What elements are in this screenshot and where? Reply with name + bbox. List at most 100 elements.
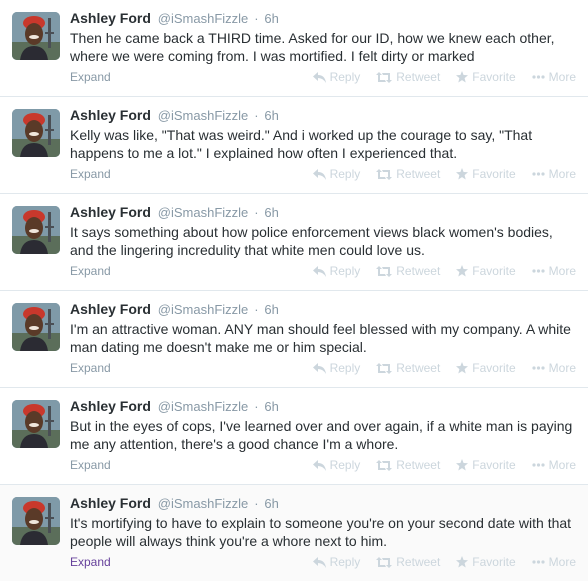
favorite-label: Favorite: [472, 458, 516, 472]
timestamp[interactable]: 6h: [264, 108, 278, 123]
tweet-text: Then he came back a THIRD time. Asked fo…: [70, 30, 555, 64]
tweet[interactable]: Ashley Ford @iSmashFizzle · 6h But in th…: [0, 388, 588, 485]
more-button[interactable]: More: [532, 167, 576, 181]
tweet-timeline: Ashley Ford @iSmashFizzle · 6h Then he c…: [0, 0, 588, 581]
fullname[interactable]: Ashley Ford: [70, 495, 151, 511]
fullname[interactable]: Ashley Ford: [70, 204, 151, 220]
avatar[interactable]: [12, 303, 60, 351]
expand-link[interactable]: Expand: [70, 361, 111, 375]
avatar[interactable]: [12, 12, 60, 60]
avatar[interactable]: [12, 109, 60, 157]
reply-label: Reply: [329, 264, 361, 278]
timestamp[interactable]: 6h: [264, 11, 278, 26]
avatar-image: [12, 206, 60, 254]
timestamp[interactable]: 6h: [264, 399, 278, 414]
retweet-button[interactable]: Retweet: [376, 458, 440, 472]
more-button[interactable]: More: [532, 555, 576, 569]
tweet[interactable]: Ashley Ford @iSmashFizzle · 6h Then he c…: [0, 0, 588, 97]
retweet-button[interactable]: Retweet: [376, 167, 440, 181]
reply-button[interactable]: Reply: [312, 361, 360, 375]
avatar-image: [12, 12, 60, 60]
username[interactable]: @iSmashFizzle: [158, 496, 249, 511]
avatar-image: [12, 109, 60, 157]
expand-link[interactable]: Expand: [70, 264, 111, 278]
fullname[interactable]: Ashley Ford: [70, 301, 151, 317]
tweet-actions: Reply Retweet Favorite More: [297, 167, 576, 181]
tweet-actions: Reply Retweet Favorite More: [297, 70, 576, 84]
reply-button[interactable]: Reply: [312, 70, 361, 84]
separator-dot: ·: [254, 108, 259, 123]
more-label: More: [548, 555, 576, 569]
tweet-header: Ashley Ford @iSmashFizzle · 6h: [70, 203, 279, 222]
username[interactable]: @iSmashFizzle: [158, 302, 249, 317]
tweet-text: Kelly was like, "That was weird." And i …: [70, 127, 533, 161]
avatar-image: [12, 303, 60, 351]
retweet-button[interactable]: Retweet: [376, 264, 440, 278]
tweet-actions: Reply Retweet Favorite More: [297, 361, 576, 375]
more-button[interactable]: More: [532, 70, 576, 84]
fullname[interactable]: Ashley Ford: [70, 398, 151, 414]
more-icon: [532, 269, 545, 273]
favorite-button[interactable]: Favorite: [456, 167, 516, 181]
more-button[interactable]: More: [532, 361, 576, 375]
avatar[interactable]: [12, 206, 60, 254]
reply-button[interactable]: Reply: [312, 264, 361, 278]
timestamp[interactable]: 6h: [264, 205, 278, 220]
timestamp[interactable]: 6h: [264, 302, 278, 317]
more-button[interactable]: More: [532, 264, 576, 278]
expand-link[interactable]: Expand: [70, 458, 111, 472]
tweet-text: But in the eyes of cops, I've learned ov…: [70, 418, 573, 452]
more-label: More: [548, 458, 576, 472]
retweet-icon: [376, 362, 393, 374]
username[interactable]: @iSmashFizzle: [158, 399, 249, 414]
expand-link[interactable]: Expand: [70, 167, 111, 181]
tweet[interactable]: Ashley Ford @iSmashFizzle · 6h It's mort…: [0, 485, 588, 581]
more-label: More: [548, 361, 576, 375]
more-icon: [532, 366, 545, 370]
favorite-button[interactable]: Favorite: [456, 361, 516, 375]
favorite-label: Favorite: [472, 361, 516, 375]
reply-button[interactable]: Reply: [312, 167, 360, 181]
tweet-header: Ashley Ford @iSmashFizzle · 6h: [70, 9, 279, 28]
tweet-header: Ashley Ford @iSmashFizzle · 6h: [70, 106, 279, 125]
retweet-button[interactable]: Retweet: [376, 555, 440, 569]
tweet[interactable]: Ashley Ford @iSmashFizzle · 6h I'm an at…: [0, 291, 588, 388]
username[interactable]: @iSmashFizzle: [158, 205, 249, 220]
reply-label: Reply: [329, 70, 361, 84]
favorite-label: Favorite: [472, 167, 516, 181]
reply-icon: [312, 265, 326, 277]
retweet-label: Retweet: [396, 70, 441, 84]
tweet-actions: Reply Retweet Favorite More: [297, 458, 576, 472]
tweet[interactable]: Ashley Ford @iSmashFizzle · 6h Kelly was…: [0, 97, 588, 194]
more-label: More: [548, 167, 576, 181]
retweet-button[interactable]: Retweet: [376, 361, 440, 375]
reply-icon: [312, 362, 326, 374]
favorite-button[interactable]: Favorite: [456, 264, 516, 278]
more-icon: [532, 463, 545, 467]
favorite-label: Favorite: [472, 70, 516, 84]
tweet-actions: Reply Retweet Favorite More: [297, 555, 576, 569]
timestamp[interactable]: 6h: [264, 496, 278, 511]
reply-icon: [312, 168, 326, 180]
favorite-button[interactable]: Favorite: [456, 70, 516, 84]
favorite-button[interactable]: Favorite: [456, 555, 516, 569]
tweet-text: I'm an attractive woman. ANY man should …: [70, 321, 571, 355]
avatar[interactable]: [12, 400, 60, 448]
username[interactable]: @iSmashFizzle: [158, 11, 249, 26]
reply-button[interactable]: Reply: [312, 458, 360, 472]
fullname[interactable]: Ashley Ford: [70, 10, 151, 26]
expand-link[interactable]: Expand: [70, 555, 111, 569]
favorite-button[interactable]: Favorite: [456, 458, 516, 472]
reply-button[interactable]: Reply: [312, 555, 360, 569]
avatar[interactable]: [12, 497, 60, 545]
favorite-icon: [456, 168, 469, 180]
retweet-icon: [376, 265, 393, 277]
tweet[interactable]: Ashley Ford @iSmashFizzle · 6h It says s…: [0, 194, 588, 291]
more-button[interactable]: More: [532, 458, 576, 472]
reply-icon: [312, 556, 326, 568]
expand-link[interactable]: Expand: [70, 70, 111, 84]
username[interactable]: @iSmashFizzle: [158, 108, 249, 123]
fullname[interactable]: Ashley Ford: [70, 107, 151, 123]
retweet-button[interactable]: Retweet: [376, 70, 440, 84]
separator-dot: ·: [254, 399, 259, 414]
